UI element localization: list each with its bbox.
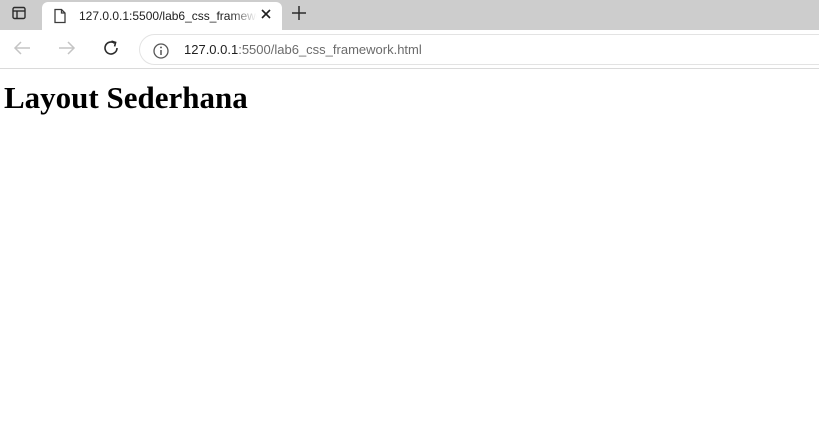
tab-title: 127.0.0.1:5500/lab6_css_framework.html [79, 9, 257, 23]
plus-icon [291, 5, 307, 26]
arrow-right-icon [58, 40, 76, 61]
page-icon [53, 8, 67, 24]
browser-tab[interactable]: 127.0.0.1:5500/lab6_css_framework.html [42, 2, 282, 30]
info-icon[interactable] [152, 42, 170, 60]
reload-icon [102, 39, 120, 62]
url-host: 127.0.0.1 [184, 42, 239, 57]
url-path: :5500/lab6_css_framework.html [238, 42, 422, 57]
new-tab-button[interactable] [288, 4, 310, 26]
tab-actions-icon [11, 5, 27, 26]
address-bar[interactable]: 127.0.0.1:5500/lab6_css_framework.html [139, 34, 819, 65]
tab-actions-button[interactable] [0, 0, 38, 30]
forward-button[interactable] [56, 39, 78, 61]
close-icon [260, 7, 272, 25]
arrow-left-icon [13, 40, 31, 61]
page-heading: Layout Sederhana [4, 80, 248, 115]
back-button[interactable] [11, 39, 33, 61]
browser-toolbar: 127.0.0.1:5500/lab6_css_framework.html [0, 30, 819, 69]
tab-strip: 127.0.0.1:5500/lab6_css_framework.html [0, 0, 819, 30]
tab-close-button[interactable] [258, 8, 274, 24]
page-content: Layout Sederhana [0, 70, 819, 436]
url-text[interactable]: 127.0.0.1:5500/lab6_css_framework.html [184, 35, 422, 64]
reload-button[interactable] [100, 39, 122, 61]
